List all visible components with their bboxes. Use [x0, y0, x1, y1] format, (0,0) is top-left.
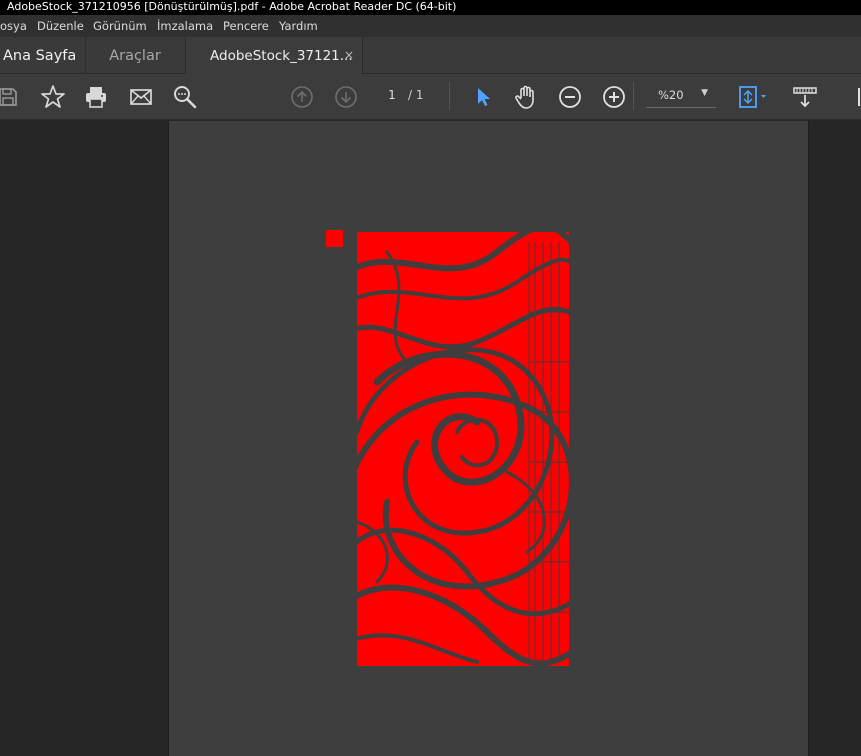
toolbar-divider — [449, 82, 450, 110]
window-title: AdobeStock_371210956 [Dönüştürülmüş].pdf… — [0, 0, 861, 15]
menu-window[interactable]: Pencere — [223, 19, 269, 33]
fit-page-icon[interactable] — [736, 83, 772, 111]
tab-bar: Ana Sayfa Araçlar AdobeStock_37121... × — [0, 37, 861, 74]
zoom-out-icon[interactable] — [556, 83, 584, 111]
zoom-in-icon[interactable] — [600, 83, 628, 111]
search-icon[interactable] — [171, 83, 199, 111]
page-total: / 1 — [408, 88, 424, 102]
hand-icon[interactable] — [512, 83, 540, 111]
star-icon[interactable] — [39, 83, 67, 111]
zoom-select[interactable]: %20 ▼ — [646, 84, 716, 108]
zoom-value: %20 — [658, 88, 684, 102]
menu-bar: osya Düzenle Görünüm İmzalama Pencere Ya… — [0, 15, 861, 37]
close-tab-icon[interactable]: × — [344, 48, 354, 62]
right-pane — [809, 121, 861, 756]
red-square-mark — [326, 230, 343, 247]
tab-tools[interactable]: Araçlar — [85, 37, 184, 74]
print-icon[interactable] — [82, 83, 110, 111]
toolbar-divider — [633, 82, 634, 110]
scroll-mode-icon[interactable] — [791, 83, 819, 111]
menu-view[interactable]: Görünüm — [93, 19, 147, 33]
chevron-down-icon: ▼ — [701, 88, 708, 98]
mail-icon[interactable] — [127, 83, 155, 111]
marble-swirl-artwork — [357, 232, 569, 666]
tab-document-label: AdobeStock_37121... — [210, 47, 353, 64]
menu-file[interactable]: osya — [0, 19, 27, 33]
more-tools-icon[interactable] — [846, 83, 861, 111]
tab-home[interactable]: Ana Sayfa — [0, 37, 85, 74]
left-pane — [0, 121, 168, 756]
tab-document[interactable]: AdobeStock_37121... × — [185, 37, 363, 74]
page-number-input[interactable]: 1 — [377, 84, 407, 106]
page-down-icon[interactable] — [332, 83, 360, 111]
select-arrow-icon[interactable] — [469, 83, 497, 111]
page-up-icon[interactable] — [288, 83, 316, 111]
menu-edit[interactable]: Düzenle — [37, 19, 84, 33]
save-icon[interactable] — [0, 83, 22, 111]
menu-help[interactable]: Yardım — [279, 19, 318, 33]
menu-sign[interactable]: İmzalama — [157, 19, 213, 33]
